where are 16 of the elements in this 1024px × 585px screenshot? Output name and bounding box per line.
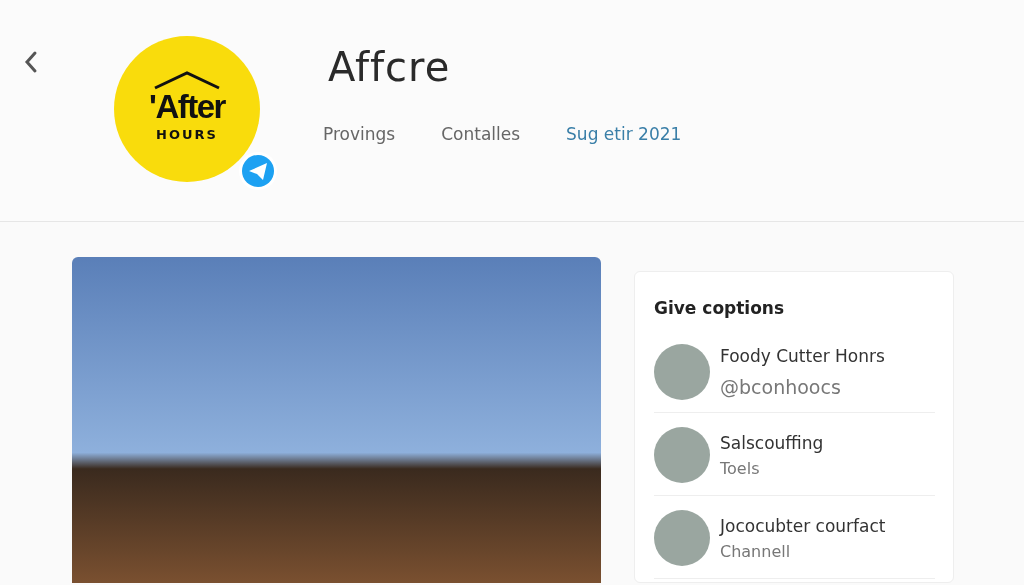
suggestion-item[interactable]: Foody Cutter Honrs @bconhoocs — [654, 338, 935, 413]
account-name: Jococubter courfact — [720, 515, 886, 536]
account-subtitle: Channell — [720, 541, 792, 561]
tab[interactable]: Contalles — [441, 124, 521, 144]
account-name: Salscouffing — [720, 432, 824, 453]
account-subtitle: @bconhoocs — [720, 376, 842, 398]
tab[interactable]: Sug etir 2021 — [566, 124, 682, 144]
tab[interactable]: Provings — [323, 124, 396, 144]
suggestion-item[interactable]: Salscouffing Toels — [654, 421, 935, 496]
account-name: Foody Cutter Honrs — [720, 346, 885, 366]
suggestion-item[interactable]: Jococubter courfact Channell — [654, 504, 935, 579]
logo-text: 'After — [149, 90, 225, 123]
logo-subtext: HOURS — [156, 127, 218, 142]
card-title: Give coptions — [654, 298, 786, 318]
account-subtitle: Toels — [720, 458, 761, 478]
page-title: Affcre — [328, 44, 452, 90]
